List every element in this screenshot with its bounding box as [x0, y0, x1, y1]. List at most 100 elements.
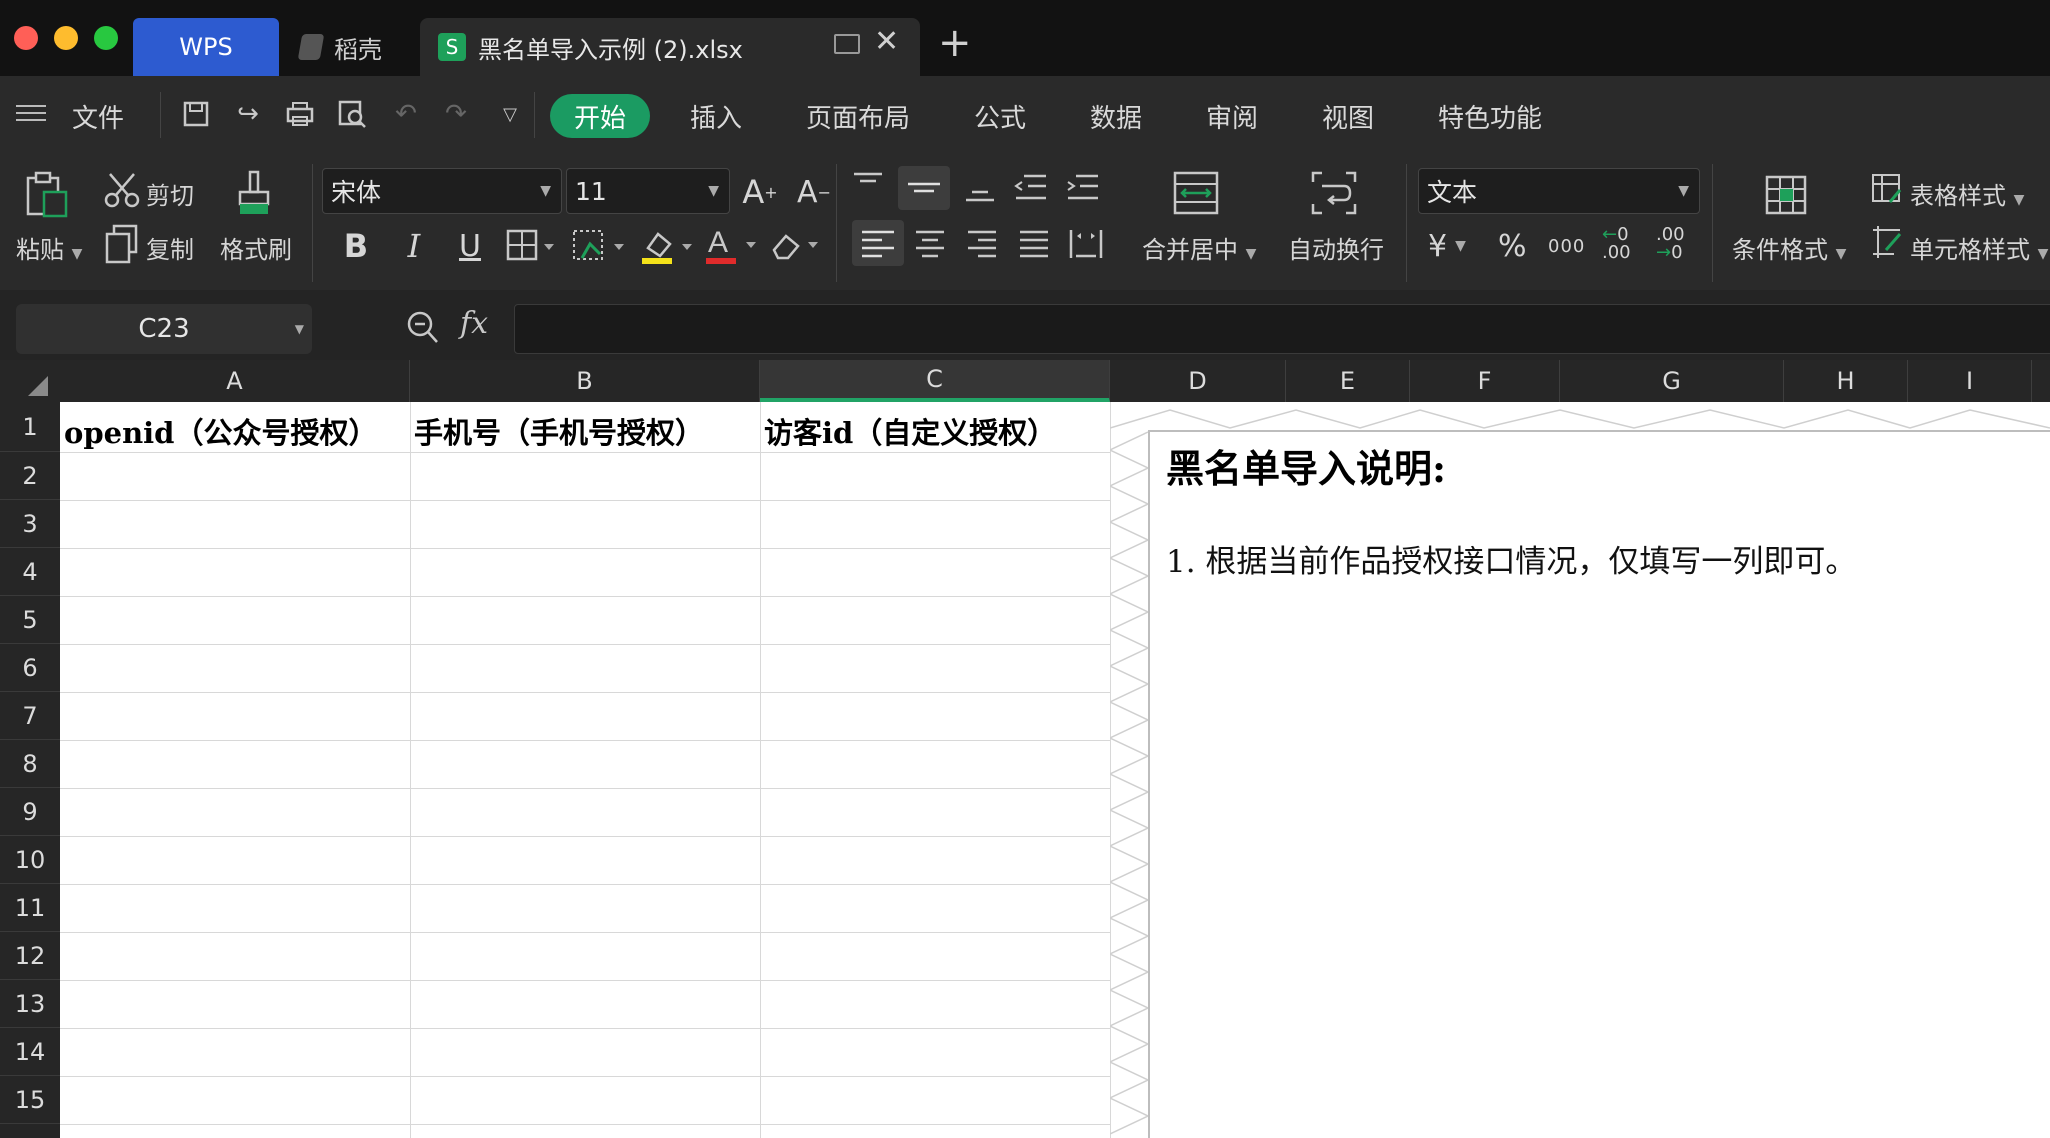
monitor-icon[interactable] — [834, 34, 860, 54]
align-left-button[interactable] — [852, 220, 904, 266]
column-header-i[interactable]: I — [1908, 360, 2032, 402]
cell-c1[interactable]: 访客id（自定义授权） — [764, 404, 1056, 458]
row-header[interactable]: 6 — [0, 644, 60, 692]
align-middle-button[interactable] — [898, 166, 950, 210]
column-header-f[interactable]: F — [1410, 360, 1560, 402]
row-header[interactable]: 3 — [0, 500, 60, 548]
column-header-e[interactable]: E — [1286, 360, 1410, 402]
insert-function-button[interactable]: fx — [460, 306, 488, 341]
distributed-align-icon[interactable] — [1068, 226, 1104, 266]
italic-button[interactable]: I — [394, 224, 434, 268]
increase-indent-icon[interactable] — [1064, 172, 1100, 210]
close-tab-icon[interactable]: ✕ — [874, 24, 899, 59]
underline-button[interactable]: U — [450, 224, 490, 268]
zoom-formula-icon[interactable] — [406, 310, 440, 350]
save-icon[interactable] — [180, 98, 212, 130]
percent-button[interactable]: % — [1498, 226, 1527, 266]
redo-icon[interactable]: ↷ — [440, 98, 472, 130]
close-window-button[interactable] — [14, 26, 38, 50]
row-header[interactable]: 12 — [0, 932, 60, 980]
column-header-h[interactable]: H — [1784, 360, 1908, 402]
menu-special-features[interactable]: 特色功能 — [1438, 94, 1542, 138]
decrease-indent-icon[interactable] — [1012, 172, 1048, 210]
fill-color-icon[interactable] — [640, 226, 696, 270]
thousands-separator-button[interactable]: 000 — [1548, 226, 1585, 266]
increase-decimal-button[interactable]: ←0.00 — [1602, 226, 1631, 262]
row-header[interactable]: 7 — [0, 692, 60, 740]
cell-b1[interactable]: 手机号（手机号授权） — [414, 404, 704, 458]
new-tab-button[interactable]: + — [938, 20, 972, 66]
paste-button[interactable]: 粘贴 ▼ — [16, 230, 82, 265]
wrap-text-button[interactable]: 自动换行 — [1288, 230, 1384, 265]
cell-style-button[interactable]: 单元格样式 ▼ — [1910, 230, 2048, 265]
font-color-icon[interactable]: A — [704, 224, 760, 270]
format-painter-icon[interactable] — [234, 170, 274, 220]
row-header[interactable]: 8 — [0, 740, 60, 788]
table-style-button[interactable]: 表格样式 ▼ — [1910, 176, 2024, 211]
row-header[interactable]: 1 — [0, 402, 60, 452]
menu-insert[interactable]: 插入 — [690, 94, 742, 138]
row-header[interactable]: 11 — [0, 884, 60, 932]
undo-icon[interactable]: ↶ — [390, 98, 422, 130]
table-style-icon[interactable] — [1870, 172, 1904, 210]
font-name-select[interactable]: 宋体 ▼ — [322, 168, 562, 214]
menu-page-layout[interactable]: 页面布局 — [806, 94, 910, 138]
column-header-b[interactable]: B — [410, 360, 760, 402]
tab-document[interactable]: S 黑名单导入示例 (2).xlsx ✕ — [420, 18, 920, 76]
decrease-font-size-button[interactable]: A − — [794, 170, 834, 214]
align-top-icon[interactable] — [850, 170, 886, 204]
align-right-icon[interactable] — [964, 228, 1000, 266]
justify-icon[interactable] — [1016, 228, 1052, 266]
column-header-c[interactable]: C — [760, 360, 1110, 402]
customize-toolbar-icon[interactable]: ▽ — [494, 98, 526, 130]
fill-pattern-icon[interactable] — [572, 228, 628, 268]
bold-button[interactable]: B — [336, 224, 376, 268]
cell-style-icon[interactable] — [1870, 224, 1904, 264]
print-preview-icon[interactable] — [336, 98, 368, 130]
clear-format-icon[interactable] — [768, 226, 824, 268]
decrease-decimal-button[interactable]: .00 →0 — [1656, 226, 1685, 262]
merge-center-button[interactable]: 合并居中 ▼ — [1142, 230, 1256, 265]
menu-formula[interactable]: 公式 — [974, 94, 1026, 138]
borders-icon[interactable] — [506, 228, 556, 268]
format-painter-button[interactable]: 格式刷 — [220, 230, 292, 265]
menu-file[interactable]: 文件 — [72, 94, 124, 138]
menu-view[interactable]: 视图 — [1322, 94, 1374, 138]
row-header[interactable]: 4 — [0, 548, 60, 596]
align-center-icon[interactable] — [912, 228, 948, 266]
menu-data[interactable]: 数据 — [1090, 94, 1142, 138]
cut-icon[interactable] — [104, 172, 140, 208]
row-header[interactable]: 5 — [0, 596, 60, 644]
row-header[interactable]: 2 — [0, 452, 60, 500]
align-bottom-icon[interactable] — [962, 178, 998, 212]
formula-input[interactable] — [514, 304, 2050, 354]
column-header-a[interactable]: A — [60, 360, 410, 402]
row-header[interactable]: 14 — [0, 1028, 60, 1076]
name-box[interactable]: C23 ▼ — [16, 304, 312, 354]
column-header-g[interactable]: G — [1560, 360, 1784, 402]
zoom-window-button[interactable] — [94, 26, 118, 50]
font-size-select[interactable]: 11 ▼ — [566, 168, 730, 214]
tab-daoke[interactable]: 稻壳 — [290, 18, 410, 76]
number-format-select[interactable]: 文本 ▼ — [1418, 168, 1700, 214]
select-all-corner[interactable] — [0, 360, 60, 402]
menu-review[interactable]: 审阅 — [1206, 94, 1258, 138]
tab-wps[interactable]: WPS — [133, 18, 279, 76]
currency-button[interactable]: ¥ ▼ — [1428, 226, 1466, 266]
row-header[interactable]: 13 — [0, 980, 60, 1028]
row-header[interactable]: 9 — [0, 788, 60, 836]
print-icon[interactable] — [284, 98, 316, 130]
conditional-format-button[interactable]: 条件格式 ▼ — [1732, 230, 1846, 265]
row-header[interactable]: 15 — [0, 1076, 60, 1124]
row-header[interactable]: 10 — [0, 836, 60, 884]
minimize-window-button[interactable] — [54, 26, 78, 50]
copy-icon[interactable] — [104, 224, 140, 264]
increase-font-size-button[interactable]: A + — [740, 170, 780, 214]
column-header-d[interactable]: D — [1110, 360, 1286, 402]
cut-button[interactable]: 剪切 — [146, 176, 194, 211]
paste-icon[interactable] — [24, 170, 70, 224]
merge-center-icon[interactable] — [1172, 170, 1220, 220]
copy-button[interactable]: 复制 — [146, 230, 194, 265]
wrap-text-icon[interactable] — [1310, 170, 1358, 220]
cell-a1[interactable]: openid（公众号授权） — [64, 404, 377, 458]
